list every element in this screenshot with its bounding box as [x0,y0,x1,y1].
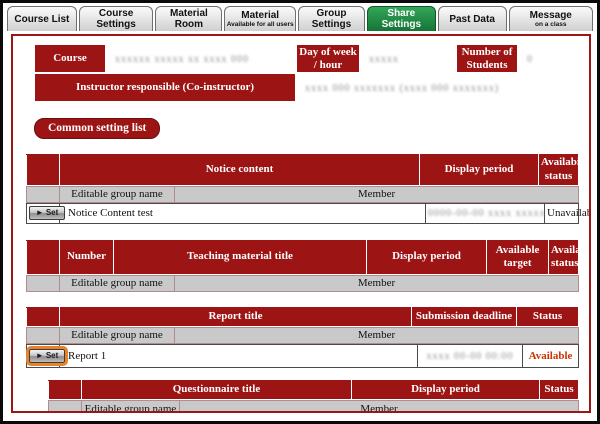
material-group-set-cell [27,275,60,291]
report-submission-deadline-header: Submission deadline [412,307,517,326]
questionnaire-member-label: Member [180,400,579,413]
common-setting-list-badge: Common setting list [34,118,160,139]
tab-label: Course List [9,14,75,25]
tab-group-settings[interactable]: Group Settings [298,6,365,31]
notice-title-cell: Notice Content test [60,203,426,223]
day-of-week-label: Day of week / hour [296,44,360,73]
questionnaire-set-col-header [49,380,82,399]
tab-bar: Course List Course Settings Material Roo… [3,3,597,31]
students-value-redacted: 0 [527,54,533,65]
material-available-target-header: Available target [487,240,549,274]
report-set-cell: ► Set [27,344,60,367]
day-of-week-value: xxxxx [360,44,456,73]
tab-label: Message [511,10,592,21]
course-value-redacted: xxxxxx xxxxx xx xxxx 000 [115,54,249,65]
notice-editable-group-label: Editable group name [60,186,175,202]
tab-sublabel: on a class [511,21,592,28]
questionnaire-status-header: Status [540,380,579,399]
report-table: Report title Submission deadline Status … [26,307,579,368]
notice-display-period-header: Display period [420,155,539,186]
teaching-material-table: Number Teaching material title Display p… [26,240,579,292]
material-editable-group-label: Editable group name [60,275,175,291]
course-info-table: Course xxxxxx xxxxx xx xxxx 000 Day of w… [34,44,564,102]
tab-label: Material [226,10,294,21]
questionnaire-editable-group-label: Editable group name [82,400,180,413]
material-display-period-header: Display period [367,240,487,274]
tab-sublabel: Available for all users [226,21,294,28]
instructor-value-redacted: xxxx 000 xxxxxxx (xxxx 000 xxxxxxx) [305,83,499,94]
report-editable-group-label: Editable group name [60,327,175,343]
notice-content-header: Notice content [60,155,420,186]
notice-period-redacted: 0000-00-00 xxxx xxxxx [428,208,546,219]
app-window: Course List Course Settings Material Roo… [0,0,600,424]
number-of-students-label: Number of Students [456,44,518,73]
report-group-set-cell [27,327,60,343]
share-settings-panel: Course xxxxxx xxxxx xx xxxx 000 Day of w… [11,34,591,413]
tab-share-settings[interactable]: Share Settings [367,6,436,31]
material-number-header: Number [60,240,114,274]
notice-group-set-cell [27,186,60,202]
material-availability-status-header: Availability status [549,240,579,274]
questionnaire-table: Questionnaire title Display period Statu… [48,380,579,413]
tab-message-on-class[interactable]: Message on a class [509,6,594,31]
tab-course-list[interactable]: Course List [7,6,77,31]
tab-label: Material Room [157,8,220,30]
notice-set-cell: ► Set [27,203,60,223]
instructor-label: Instructor responsible (Co-instructor) [34,73,296,102]
tab-label: Share Settings [369,8,434,30]
notice-member-label: Member [175,186,579,202]
report-set-button-highlighted[interactable]: ► Set [29,349,65,363]
notice-set-col-header [27,155,60,186]
number-of-students-value: 0 [518,44,564,73]
questionnaire-title-header: Questionnaire title [82,380,352,399]
questionnaire-display-period-header: Display period [352,380,540,399]
notice-period-cell: 0000-00-00 xxxx xxxxx [426,203,545,223]
report-deadline-cell: xxxx 00-00 00:00 [418,344,523,367]
tab-course-settings[interactable]: Course Settings [79,6,154,31]
report-deadline-redacted: xxxx 00-00 00:00 [426,351,513,362]
course-value: xxxxxx xxxxx xx xxxx 000 [106,44,296,73]
notice-status-cell: Unavailable [545,203,579,223]
report-title-header: Report title [60,307,412,326]
material-title-header: Teaching material title [114,240,367,274]
course-label: Course [34,44,106,73]
notice-availability-status-header: Availability status [539,155,579,186]
tab-label: Past Data [440,14,505,25]
report-member-label: Member [175,327,579,343]
tab-material-all-users[interactable]: Material Available for all users [224,6,296,31]
notice-set-button[interactable]: ► Set [29,206,65,220]
material-set-col-header [27,240,60,274]
tab-material-room[interactable]: Material Room [155,6,222,31]
questionnaire-group-set-cell [49,400,82,413]
report-status-cell: Available [523,344,579,367]
tab-label: Course Settings [81,8,152,30]
report-row: ► Set Report 1 xxxx 00-00 00:00 Availabl… [27,344,579,367]
material-member-label: Member [175,275,579,291]
notice-row: ► Set Notice Content test 0000-00-00 xxx… [27,203,579,223]
instructor-value: xxxx 000 xxxxxxx (xxxx 000 xxxxxxx) [296,73,564,102]
day-value-redacted: xxxxx [369,54,399,65]
tab-label: Group Settings [300,8,363,30]
tab-past-data[interactable]: Past Data [438,6,507,31]
report-status-header: Status [517,307,579,326]
report-set-col-header [27,307,60,326]
report-title-cell: Report 1 [60,344,418,367]
notice-table: Notice content Display period Availabili… [26,154,579,224]
